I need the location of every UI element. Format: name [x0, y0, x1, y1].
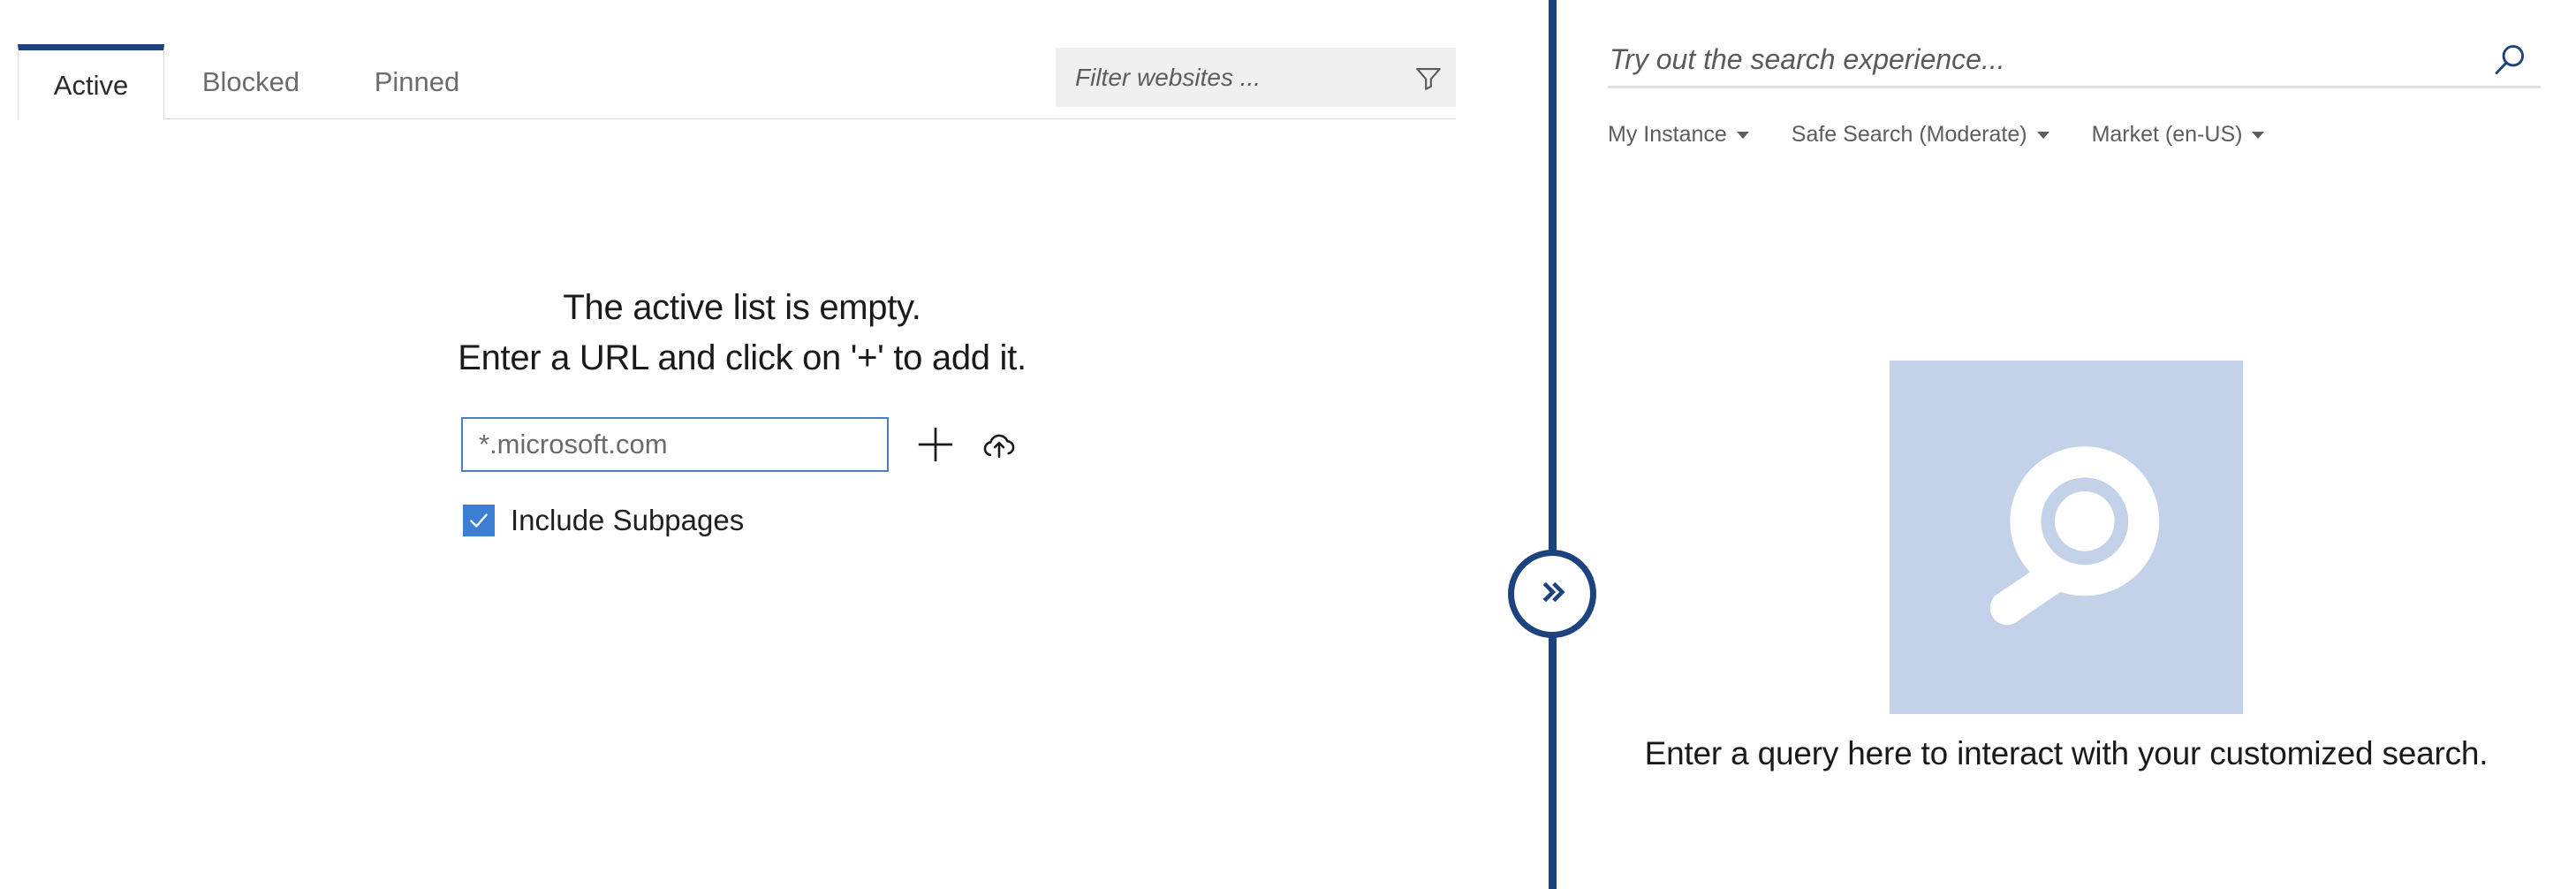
include-subpages-label: Include Subpages — [511, 504, 745, 536]
chevron-down-icon — [2036, 131, 2049, 139]
empty-state-message: The active list is empty. Enter a URL an… — [0, 283, 1484, 384]
dropdown-safe-search-label: Safe Search (Moderate) — [1791, 122, 2027, 147]
collapse-panel-button[interactable] — [1508, 550, 1596, 638]
search-bar[interactable] — [1608, 34, 2541, 88]
filter-websites-box[interactable] — [1056, 48, 1456, 107]
search-preview-panel: My Instance Safe Search (Moderate) Marke… — [1557, 0, 2576, 889]
url-entry-row — [461, 417, 1025, 472]
include-subpages-checkbox[interactable] — [463, 505, 495, 536]
tab-blocked-label: Blocked — [201, 65, 300, 97]
tab-pinned[interactable]: Pinned — [337, 44, 496, 119]
tab-pinned-label: Pinned — [374, 65, 460, 97]
search-input[interactable] — [1608, 37, 2479, 82]
magnifier-tile-icon — [1890, 361, 2243, 714]
empty-state-line-1: The active list is empty. — [563, 288, 921, 327]
cloud-upload-icon[interactable] — [974, 417, 1025, 472]
websites-panel: Active Blocked Pinned The active list is… — [0, 0, 1549, 889]
chevron-down-icon — [2252, 131, 2265, 139]
dropdown-my-instance-label: My Instance — [1608, 122, 1727, 147]
search-filters-row: My Instance Safe Search (Moderate) Marke… — [1608, 122, 2265, 148]
dropdown-market-label: Market (en-US) — [2091, 122, 2243, 147]
double-chevron-right-icon — [1534, 574, 1571, 615]
dropdown-market[interactable]: Market (en-US) — [2092, 122, 2265, 148]
filter-websites-input[interactable] — [1073, 58, 1401, 96]
panel-divider — [1549, 0, 1557, 889]
empty-state-line-2: Enter a URL and click on '+' to add it. — [458, 338, 1027, 377]
dropdown-safe-search[interactable]: Safe Search (Moderate) — [1792, 122, 2049, 148]
tab-active-label: Active — [53, 70, 129, 101]
search-placeholder-block: Enter a query here to interact with your… — [1557, 361, 2576, 772]
search-icon[interactable] — [2479, 34, 2541, 86]
include-subpages-row[interactable]: Include Subpages — [463, 504, 744, 537]
plus-icon[interactable] — [910, 417, 961, 472]
tab-active[interactable]: Active — [18, 44, 164, 119]
search-placeholder-caption: Enter a query here to interact with your… — [1644, 735, 2489, 771]
tab-blocked[interactable]: Blocked — [164, 44, 337, 119]
dropdown-my-instance[interactable]: My Instance — [1608, 122, 1749, 148]
funnel-icon[interactable] — [1401, 48, 1456, 107]
url-input[interactable] — [461, 417, 889, 472]
chevron-down-icon — [1736, 131, 1749, 139]
empty-state: The active list is empty. Enter a URL an… — [0, 283, 1484, 536]
